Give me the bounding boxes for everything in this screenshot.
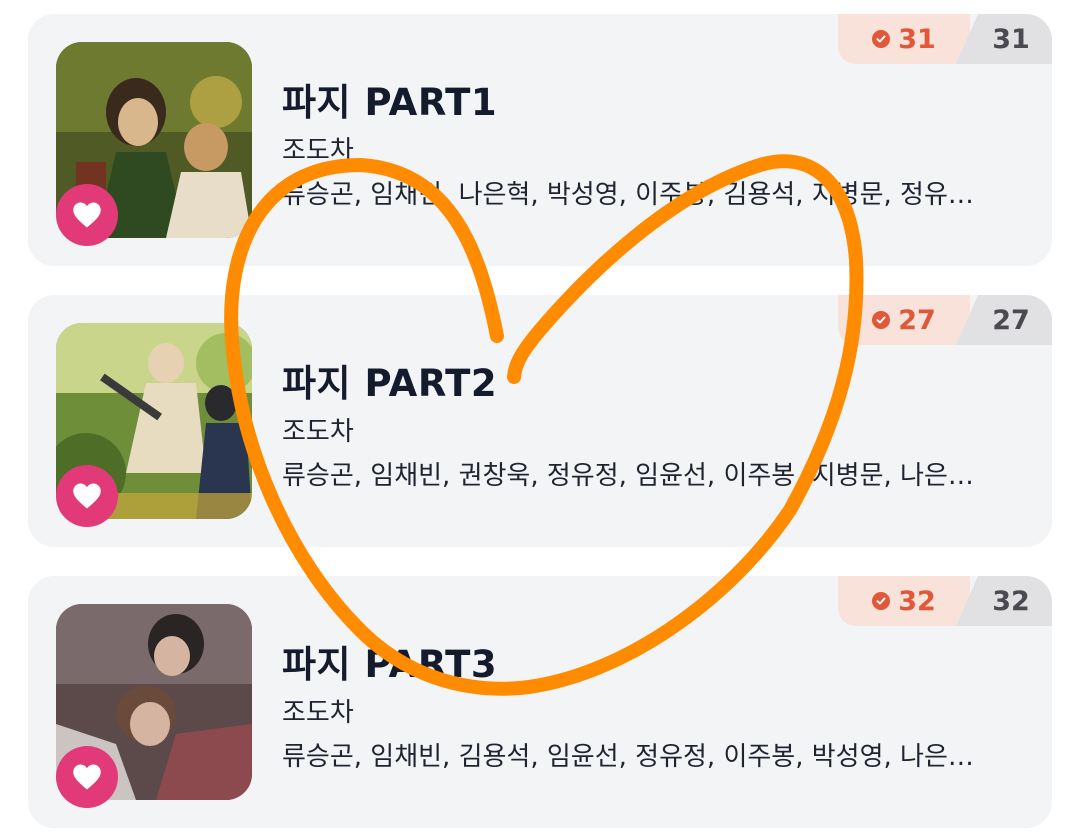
episode-title: 파지 PART3 xyxy=(282,643,498,686)
read-count: 31 xyxy=(898,23,936,55)
episode-title: 파지 PART1 xyxy=(282,81,498,124)
episode-author: 조도차 xyxy=(282,698,354,728)
check-circle-icon xyxy=(872,592,891,610)
read-count-badge: 27 xyxy=(838,295,970,345)
total-count-badge: 27 xyxy=(956,295,1052,345)
episode-title: 파지 PART2 xyxy=(282,362,498,405)
episode-card[interactable]: 파지 PART1 조도차 류승곤, 임채빈, 나은혁, 박성영, 이주봉, 김용… xyxy=(28,14,1052,266)
total-count: 27 xyxy=(992,304,1030,336)
count-badge: 27 27 xyxy=(838,295,1052,345)
check-circle-icon xyxy=(872,311,891,329)
read-count: 32 xyxy=(898,585,936,617)
episode-author: 조도차 xyxy=(282,136,354,166)
heart-icon xyxy=(73,202,101,228)
total-count: 32 xyxy=(992,585,1030,617)
favorite-button[interactable] xyxy=(56,184,118,246)
episode-cast: 류승곤, 임채빈, 나은혁, 박성영, 이주봉, 김용석, 지병문, 정유… xyxy=(282,180,974,210)
episode-cast: 류승곤, 임채빈, 김용석, 임윤선, 정유정, 이주봉, 박성영, 나은… xyxy=(282,742,974,772)
heart-icon xyxy=(73,764,101,790)
episode-card[interactable]: 파지 PART3 조도차 류승곤, 임채빈, 김용석, 임윤선, 정유정, 이주… xyxy=(28,576,1052,828)
heart-icon xyxy=(73,483,101,509)
count-badge: 32 32 xyxy=(838,576,1052,626)
favorite-button[interactable] xyxy=(56,465,118,527)
check-circle-icon xyxy=(872,30,891,48)
count-badge: 31 31 xyxy=(838,14,1052,64)
read-count: 27 xyxy=(898,304,936,336)
episode-author: 조도차 xyxy=(282,417,354,447)
episode-card[interactable]: 파지 PART2 조도차 류승곤, 임채빈, 권창욱, 정유정, 임윤선, 이주… xyxy=(28,295,1052,547)
read-count-badge: 31 xyxy=(838,14,970,64)
episode-cast: 류승곤, 임채빈, 권창욱, 정유정, 임윤선, 이주봉, 지병문, 나은… xyxy=(282,461,974,491)
total-count: 31 xyxy=(992,23,1030,55)
total-count-badge: 31 xyxy=(956,14,1052,64)
favorite-button[interactable] xyxy=(56,746,118,808)
read-count-badge: 32 xyxy=(838,576,970,626)
total-count-badge: 32 xyxy=(956,576,1052,626)
